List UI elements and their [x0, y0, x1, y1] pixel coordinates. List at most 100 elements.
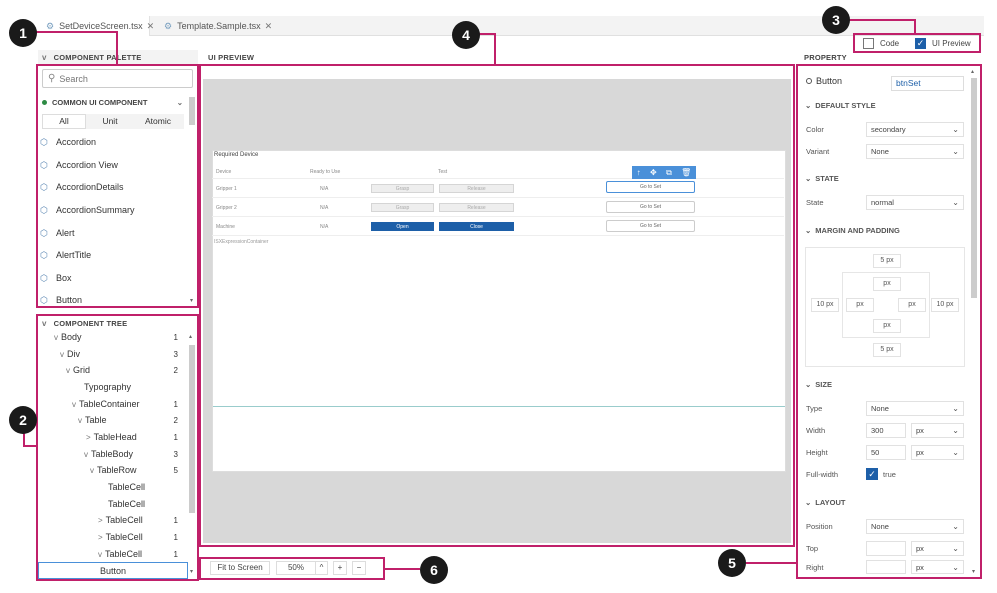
tree-node[interactable]: v TableRow 5: [40, 462, 188, 479]
chevron-icon[interactable]: v: [98, 550, 102, 559]
padding-top-input[interactable]: px: [873, 277, 901, 291]
tree-node[interactable]: TableCell: [40, 496, 188, 513]
tree-node[interactable]: > TableCell 1: [40, 512, 188, 529]
check-icon[interactable]: ✓: [915, 38, 926, 49]
palette-category[interactable]: COMMON UI COMPONENT ⌄: [42, 98, 187, 107]
go-to-set-button[interactable]: Go to Set: [606, 181, 695, 193]
tab-template-sample[interactable]: ⚙ Template.Sample.tsx ✕: [156, 16, 272, 36]
grasp-button[interactable]: Grasp: [371, 203, 434, 212]
chevron-icon[interactable]: v: [78, 416, 82, 425]
copy-icon[interactable]: ⧉: [666, 168, 672, 178]
padding-left-input[interactable]: px: [846, 298, 874, 312]
tree-node[interactable]: v TableContainer 1: [40, 396, 188, 413]
zoom-dropdown-icon[interactable]: ^: [316, 561, 328, 575]
height-input[interactable]: 50: [866, 444, 906, 460]
color-select[interactable]: secondary ⌄: [866, 121, 964, 137]
zoom-out-button[interactable]: −: [352, 561, 366, 575]
tree-node-selected[interactable]: Button: [38, 562, 188, 579]
right-unit-select[interactable]: px ⌄: [911, 560, 964, 574]
code-checkbox[interactable]: [863, 38, 874, 49]
tree-node[interactable]: v Grid 2: [40, 362, 188, 379]
layout-section[interactable]: ⌄ LAYOUT: [805, 498, 845, 507]
margin-padding-section[interactable]: ⌄ MARGIN AND PADDING: [805, 226, 900, 235]
close-icon[interactable]: ✕: [265, 21, 273, 31]
code-toggle[interactable]: Code: [863, 38, 899, 49]
palette-item[interactable]: ⬡ Alert: [40, 222, 75, 244]
width-unit-select[interactable]: px ⌄: [911, 422, 964, 438]
trash-icon[interactable]: 🗑: [681, 168, 691, 177]
tree-node[interactable]: > TableCell 1: [40, 529, 188, 546]
palette-item[interactable]: ⬡ Accordion: [40, 131, 96, 153]
margin-left-input[interactable]: 10 px: [811, 298, 839, 312]
variant-select[interactable]: None ⌄: [866, 143, 964, 159]
fit-to-screen-button[interactable]: Fit to Screen: [210, 561, 270, 575]
grasp-button[interactable]: Grasp: [371, 184, 434, 193]
preview-toggle[interactable]: ✓ UI Preview: [915, 38, 971, 49]
tree-node[interactable]: v Div 3: [40, 346, 188, 363]
select-parent-icon[interactable]: ↑: [637, 168, 641, 177]
check-icon[interactable]: ✓: [866, 468, 878, 480]
scroll-down-icon[interactable]: ▾: [972, 568, 975, 575]
chevron-icon[interactable]: v: [72, 400, 76, 409]
chevron-icon[interactable]: v: [54, 333, 58, 342]
padding-bottom-input[interactable]: px: [873, 319, 901, 333]
palette-item[interactable]: ⬡ AccordionDetails: [40, 176, 124, 198]
tree-node[interactable]: TableCell: [40, 479, 188, 496]
position-select[interactable]: None ⌄: [866, 518, 964, 534]
top-input[interactable]: [866, 540, 906, 556]
palette-item[interactable]: ⬡ Button: [40, 289, 82, 311]
tree-node[interactable]: > TableHead 1: [40, 429, 188, 446]
close-icon[interactable]: ✕: [147, 21, 155, 31]
tree-node[interactable]: Typography: [40, 379, 188, 396]
chevron-icon[interactable]: >: [86, 433, 91, 442]
property-scrollbar-thumb[interactable]: [971, 78, 977, 298]
search-input[interactable]: [59, 73, 180, 84]
default-style-section[interactable]: ⌄ DEFAULT STYLE: [805, 101, 876, 110]
palette-header[interactable]: v COMPONENT PALETTE: [42, 53, 142, 62]
width-input[interactable]: 300: [866, 422, 906, 438]
release-button[interactable]: Release: [439, 203, 514, 212]
tab-setdevicescreen[interactable]: ⚙ SetDeviceScreen.tsx ✕: [38, 16, 154, 36]
margin-right-input[interactable]: 10 px: [931, 298, 959, 312]
state-select[interactable]: normal ⌄: [866, 194, 964, 210]
zoom-value[interactable]: 50%: [276, 561, 316, 575]
padding-right-input[interactable]: px: [898, 298, 926, 312]
open-button[interactable]: Open: [371, 222, 434, 231]
tree-node[interactable]: v TableCell 1: [40, 546, 188, 563]
palette-item[interactable]: ⬡ AccordionSummary: [40, 199, 135, 221]
filter-all[interactable]: All: [42, 114, 86, 129]
tree-scrollbar-thumb[interactable]: [189, 345, 195, 513]
margin-top-input[interactable]: 5 px: [873, 254, 901, 268]
tree-node[interactable]: v Body 1: [40, 329, 188, 346]
chevron-icon[interactable]: >: [98, 533, 103, 542]
chevron-icon[interactable]: v: [66, 366, 70, 375]
release-button[interactable]: Release: [439, 184, 514, 193]
go-to-set-button[interactable]: Go to Set: [606, 220, 695, 232]
top-unit-select[interactable]: px ⌄: [911, 540, 964, 556]
go-to-set-button[interactable]: Go to Set: [606, 201, 695, 213]
palette-scrollbar-thumb[interactable]: [189, 97, 195, 125]
type-select[interactable]: None ⌄: [866, 400, 964, 416]
fullwidth-checkbox[interactable]: ✓ true: [866, 468, 896, 480]
tree-node[interactable]: v TableBody 3: [40, 446, 188, 463]
right-input[interactable]: [866, 560, 906, 574]
palette-search[interactable]: ⚲: [42, 69, 193, 88]
chevron-icon[interactable]: v: [60, 350, 64, 359]
palette-item[interactable]: ⬡ Accordion View: [40, 154, 118, 176]
scroll-up-icon[interactable]: ▴: [971, 68, 977, 75]
component-id-input[interactable]: btnSet: [891, 76, 964, 91]
height-unit-select[interactable]: px ⌄: [911, 444, 964, 460]
filter-atomic[interactable]: Atomic: [134, 114, 182, 129]
chevron-icon[interactable]: v: [84, 450, 88, 459]
size-section[interactable]: ⌄ SIZE: [805, 380, 832, 389]
palette-item[interactable]: ⬡ AlertTitle: [40, 244, 91, 266]
zoom-in-button[interactable]: +: [333, 561, 347, 575]
chevron-icon[interactable]: v: [90, 466, 94, 475]
chevron-icon[interactable]: >: [98, 516, 103, 525]
filter-unit[interactable]: Unit: [86, 114, 134, 129]
scroll-down-icon[interactable]: ▾: [190, 297, 193, 304]
tree-node[interactable]: v Table 2: [40, 412, 188, 429]
state-section[interactable]: ⌄ STATE: [805, 174, 839, 183]
tree-header[interactable]: v COMPONENT TREE: [42, 319, 127, 328]
close-button[interactable]: Close: [439, 222, 514, 231]
